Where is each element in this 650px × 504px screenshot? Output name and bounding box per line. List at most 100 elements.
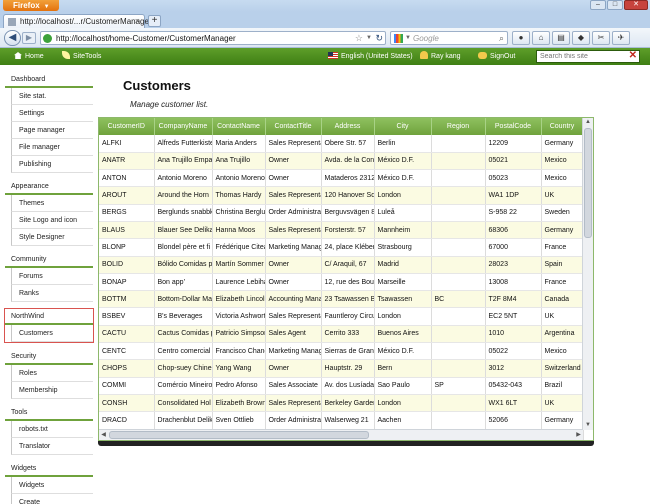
column-header[interactable]: ContactTitle	[265, 118, 322, 135]
table-row[interactable]: CENTC Centro comercial Francisco Chang Mark…	[99, 342, 584, 361]
sidebar-item[interactable]: Publishing	[11, 156, 93, 173]
scroll-up-icon[interactable]: ▲	[583, 118, 593, 127]
table-row[interactable]: BOLID Bólido Comidas p Martín Sommer Owner C…	[99, 256, 584, 274]
sidebar-item[interactable]: Translator	[11, 438, 93, 455]
column-header[interactable]: ContactName	[212, 118, 266, 135]
table-row[interactable]: DRACD Drachenblut Delik Sven Ottlieb Order …	[99, 411, 584, 430]
new-tab-button[interactable]: +	[148, 15, 161, 27]
page-menu-icon[interactable]: ▤	[552, 31, 570, 45]
sidebar-item[interactable]: Customers	[11, 325, 93, 342]
table-row[interactable]: BERGSBerglunds snabbkChristina BergluncO…	[99, 204, 584, 222]
sidebar-item[interactable]: Widgets	[11, 477, 93, 494]
table-row[interactable]: ANATR Ana Trujillo Empa Ana Trujillo Owner A…	[99, 152, 584, 171]
sidebar-item[interactable]: Forums	[11, 268, 93, 285]
table-row[interactable]: CACTU Cactus Comidas p Patricio Simpson Sal…	[99, 325, 584, 344]
sidebar-section-title[interactable]: Widgets	[5, 461, 93, 477]
forward-button[interactable]: ▶	[22, 32, 36, 44]
table-row[interactable]: BONAPBon app'Laurence LebihanOwner12, ru…	[99, 273, 584, 292]
scroll-down-icon[interactable]: ▼	[583, 421, 593, 430]
back-button[interactable]: ◀	[4, 30, 21, 46]
column-header[interactable]: PostalCode	[485, 118, 542, 135]
clear-search-icon[interactable]: ✕	[629, 50, 637, 61]
table-cell: Laurence Lebihan	[212, 273, 266, 292]
browser-tab[interactable]: http://localhost/...r/CustomerManager ×	[3, 14, 152, 28]
table-row[interactable]: AROUT Around the Horn Thomas Hardy Sales Re…	[99, 186, 584, 205]
extension-icon[interactable]: ◆	[572, 31, 590, 45]
table-row[interactable]: BLAUS Blauer See Delikat Hanna Moos Sales R…	[99, 221, 584, 240]
column-header[interactable]: Address	[321, 118, 375, 135]
table-cell	[431, 411, 486, 430]
magnifier-icon[interactable]: ⌕	[499, 32, 504, 44]
sidebar-item[interactable]: Site Logo and icon	[11, 212, 93, 229]
home-icon[interactable]: ⌂	[532, 31, 550, 45]
scroll-left-icon[interactable]: ◀	[99, 430, 108, 440]
table-row[interactable]: COMMI Comércio Mineiro Pedro Afonso Sales A…	[99, 377, 584, 395]
site-search-input[interactable]	[537, 51, 625, 62]
sidebar-section-title[interactable]: Security	[5, 349, 93, 365]
home-link[interactable]: Home	[14, 48, 44, 65]
scroll-right-icon[interactable]: ▶	[574, 430, 583, 440]
user-link[interactable]: Ray kang	[420, 48, 461, 65]
window-close-icon[interactable]: ✕	[624, 0, 648, 10]
column-header[interactable]: CompanyName	[154, 118, 213, 135]
reload-icon[interactable]: ↻	[375, 32, 383, 44]
url-history-dropdown-icon[interactable]: ▼	[366, 32, 372, 44]
bookmark-star-icon[interactable]: ☆	[355, 32, 363, 44]
table-cell: Patricio Simpson	[212, 325, 266, 344]
sidebar-item[interactable]: Membership	[11, 382, 93, 399]
column-header[interactable]: CustomerID	[99, 118, 155, 135]
bird-icon[interactable]: ✈	[612, 31, 630, 45]
sidebar-item[interactable]: Create	[11, 494, 93, 504]
sitetools-icon	[62, 51, 70, 59]
table-row[interactable]: ALFKI Alfreds Futterkiste Maria Anders Sale…	[99, 135, 584, 153]
google-icon[interactable]	[394, 34, 403, 43]
table-row[interactable]: CHOPS Chop-suey Chines Yang Wang Owner Haupt…	[99, 359, 584, 378]
user-name: Ray kang	[431, 53, 461, 60]
sidebar-item[interactable]: Page manager	[11, 122, 93, 139]
sidebar-section-title[interactable]: NorthWind	[5, 309, 93, 325]
sidebar-section-title[interactable]: Community	[5, 252, 93, 268]
sidebar-item[interactable]: Settings	[11, 105, 93, 122]
language-selector[interactable]: English (United States)	[328, 48, 413, 65]
web-search-placeholder[interactable]: Google	[413, 32, 439, 45]
web-search-box[interactable]: ▼ Google ⌕	[390, 31, 508, 45]
signout-link[interactable]: SignOut	[478, 48, 515, 65]
sidebar-item[interactable]: Style Designer	[11, 229, 93, 246]
table-row[interactable]: BSBEV B's Beverages Victoria Ashworth Sales…	[99, 307, 584, 326]
table-row[interactable]: CONSH Consolidated Hol Elizabeth Brown Sale…	[99, 394, 584, 413]
site-toolbar: Home SiteTools English (United States) R…	[0, 48, 650, 65]
url-text[interactable]: http://localhost/home-Customer/CustomerM…	[56, 32, 236, 45]
table-cell: Consolidated Hol	[154, 394, 213, 413]
screenshot-icon[interactable]: ✂	[592, 31, 610, 45]
addon-icon[interactable]: ●	[512, 31, 530, 45]
sidebar-item[interactable]: Site stat.	[11, 88, 93, 105]
grid-horizontal-scrollbar[interactable]: ◀ ▶	[99, 429, 583, 440]
url-bar[interactable]: http://localhost/home-Customer/CustomerM…	[40, 31, 386, 45]
column-header[interactable]: Region	[431, 118, 486, 135]
tab-close-icon[interactable]: ×	[135, 15, 140, 28]
sidebar-item[interactable]: Themes	[11, 195, 93, 212]
table-cell: Walserweg 21	[321, 411, 375, 430]
minimize-icon[interactable]: –	[590, 0, 606, 10]
sidebar-item[interactable]: Ranks	[11, 285, 93, 302]
column-header[interactable]: City	[374, 118, 432, 135]
search-engine-dropdown-icon[interactable]: ▼	[405, 32, 411, 44]
firefox-menu-button[interactable]: Firefox ▼	[3, 0, 59, 11]
sidebar-section-title[interactable]: Dashboard	[5, 72, 93, 88]
site-identity-icon[interactable]	[43, 34, 52, 43]
horizontal-scroll-thumb[interactable]	[109, 431, 369, 439]
sidebar-item[interactable]: File manager	[11, 139, 93, 156]
maximize-icon[interactable]: □	[607, 0, 623, 10]
table-row[interactable]: BLONPBlondel père et fiFrédérique Citeau…	[99, 238, 584, 257]
vertical-scroll-thumb[interactable]	[584, 128, 592, 238]
table-cell: Berglunds snabbk	[154, 204, 213, 222]
table-row[interactable]: ANTON Antonio Moreno Antonio Moreno Owner Ma…	[99, 169, 584, 188]
sidebar-section-title[interactable]: Tools	[5, 405, 93, 421]
sidebar-item[interactable]: Roles	[11, 365, 93, 382]
sidebar-item[interactable]: robots.txt	[11, 421, 93, 438]
sitetools-link[interactable]: SiteTools	[62, 48, 101, 65]
table-row[interactable]: BOTTM Bottom-Dollar Ma Elizabeth Lincoln Ac…	[99, 290, 584, 309]
sidebar-section-title[interactable]: Appearance	[5, 179, 93, 195]
column-header[interactable]: Country	[541, 118, 584, 135]
grid-vertical-scrollbar[interactable]: ▲ ▼	[582, 118, 593, 430]
